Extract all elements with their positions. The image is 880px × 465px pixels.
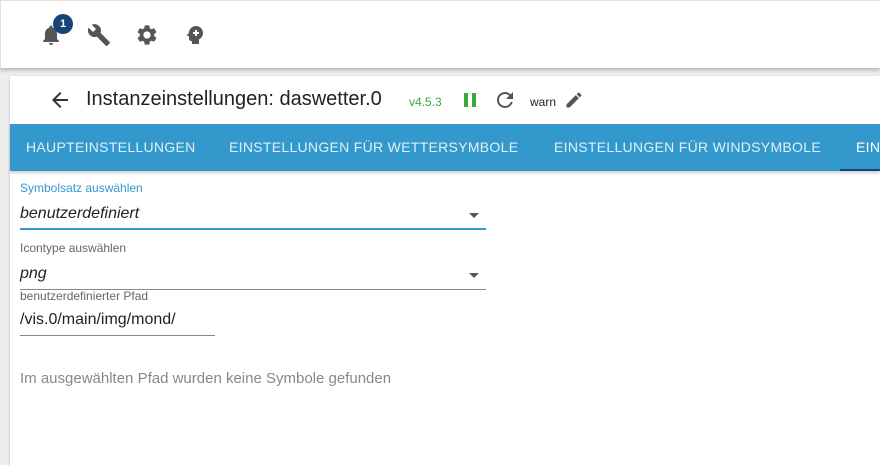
tab-active-truncated[interactable]: EIN <box>856 124 880 171</box>
pencil-icon[interactable] <box>564 90 584 110</box>
symbol-set-underline <box>20 228 486 230</box>
expert-head-icon[interactable] <box>183 23 207 47</box>
symbol-set-value: benutzerdefiniert <box>20 205 140 222</box>
custom-path-underline <box>20 335 215 336</box>
back-arrow-icon[interactable] <box>48 88 72 112</box>
icon-type-value: png <box>20 265 47 282</box>
tab-wettersymbole[interactable]: EINSTELLUNGEN FÜR WETTERSYMBOLE <box>229 124 518 171</box>
panel-header: Instanzeinstellungen: daswetter.0 v4.5.3… <box>10 76 880 124</box>
icon-type-select[interactable]: Icontype auswählen png <box>20 241 486 290</box>
settings-content: Symbolsatz auswählen benutzerdefiniert I… <box>10 171 880 465</box>
symbol-set-select[interactable]: Symbolsatz auswählen benutzerdefiniert <box>20 181 486 230</box>
notification-badge: 1 <box>53 14 73 34</box>
chevron-down-icon[interactable] <box>469 213 479 218</box>
symbol-set-label: Symbolsatz auswählen <box>20 181 143 195</box>
wrench-icon[interactable] <box>87 23 111 47</box>
custom-path-label: benutzerdefinierter Pfad <box>20 289 149 303</box>
no-symbols-message: Im ausgewählten Pfad wurden keine Symbol… <box>20 370 392 387</box>
version-label: v4.5.3 <box>409 95 442 109</box>
log-level-label[interactable]: warn <box>530 95 556 109</box>
page-title: Instanzeinstellungen: daswetter.0 <box>86 88 382 110</box>
tab-haupteinstellungen[interactable]: HAUPTEINSTELLUNGEN <box>26 124 196 171</box>
custom-path-input[interactable]: /vis.0/main/img/mond/ <box>20 311 176 329</box>
chevron-down-icon[interactable] <box>469 273 479 278</box>
instance-settings-panel: Instanzeinstellungen: daswetter.0 v4.5.3… <box>10 76 880 465</box>
settings-tabs: HAUPTEINSTELLUNGEN EINSTELLUNGEN FÜR WET… <box>10 124 880 171</box>
icon-type-label: Icontype auswählen <box>20 241 127 255</box>
gear-icon[interactable] <box>135 23 159 47</box>
custom-path-field[interactable]: benutzerdefinierter Pfad /vis.0/main/img… <box>20 289 215 339</box>
tab-windsymbole[interactable]: EINSTELLUNGEN FÜR WINDSYMBOLE <box>554 124 821 171</box>
top-toolbar: 1 <box>0 0 880 68</box>
pause-icon[interactable] <box>459 88 481 112</box>
reload-icon[interactable] <box>493 88 517 112</box>
